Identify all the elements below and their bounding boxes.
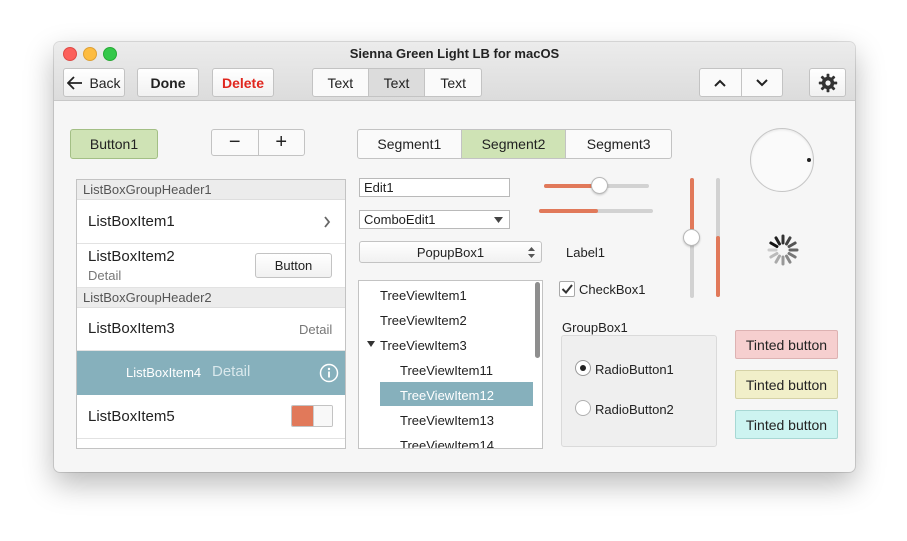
list-item[interactable]: ListBoxItem2 Detail Button: [77, 244, 345, 288]
tree-item[interactable]: TreeViewItem11: [400, 363, 493, 378]
list-item-label: ListBoxItem1: [88, 213, 175, 230]
tree-item[interactable]: TreeViewItem3: [380, 338, 467, 353]
radiobutton2-circle[interactable]: [575, 400, 591, 416]
triangle-down-icon[interactable]: [494, 217, 503, 223]
down-button[interactable]: [742, 69, 783, 96]
done-label: Done: [150, 74, 186, 91]
slider-thumb[interactable]: [591, 177, 608, 194]
list-item-detail: Detail: [299, 322, 333, 337]
vertical-slider-1[interactable]: [683, 178, 700, 298]
slider-fill: [716, 236, 720, 297]
dial-indicator: [807, 158, 811, 162]
text-segment-2[interactable]: Text: [368, 69, 426, 96]
list-item-label: ListBoxItem3: [88, 320, 175, 337]
tree-item-label: TreeViewItem12: [400, 388, 494, 403]
horizontal-slider-1[interactable]: [544, 177, 649, 194]
activity-spinner-icon: [767, 234, 799, 266]
tinted-button-label: Tinted button: [745, 376, 828, 393]
done-button[interactable]: Done: [137, 68, 199, 97]
segment-2[interactable]: Segment2: [461, 130, 567, 158]
chevron-up-icon: [714, 79, 726, 87]
button1-label: Button1: [89, 136, 139, 152]
tinted-button-label: Tinted button: [745, 416, 828, 433]
plus-button[interactable]: +: [259, 130, 305, 155]
vertical-slider-2[interactable]: [716, 178, 720, 297]
treeview: TreeViewItem1 TreeViewItem2 TreeViewItem…: [358, 280, 543, 449]
checkbox1-box[interactable]: [559, 281, 575, 297]
tree-scrollbar-thumb[interactable]: [535, 282, 540, 358]
tinted-button-yellow[interactable]: Tinted button: [735, 370, 838, 399]
info-icon[interactable]: [319, 363, 339, 383]
list-item-detail: Detail: [88, 268, 122, 283]
minus-button[interactable]: −: [212, 130, 259, 155]
label1: Label1: [566, 245, 606, 260]
text-segment-1[interactable]: Text: [313, 69, 369, 96]
list-item-detail: Detail: [212, 363, 251, 380]
stepper-control: − +: [211, 129, 305, 156]
radiobutton2-label[interactable]: RadioButton2: [595, 402, 674, 417]
list-item-switch[interactable]: [291, 405, 333, 427]
tinted-button-label: Tinted button: [745, 336, 828, 353]
checkbox1-label[interactable]: CheckBox1: [579, 282, 645, 297]
groupbox1-title: GroupBox1: [562, 320, 628, 335]
gear-icon: [818, 73, 837, 92]
tree-item[interactable]: TreeViewItem1: [380, 288, 467, 303]
up-down-segmented-control: [699, 68, 783, 97]
tree-item[interactable]: TreeViewItem14: [400, 438, 494, 448]
horizontal-slider-2[interactable]: [539, 209, 653, 213]
switch-knob: [313, 406, 332, 426]
listbox-group-header-2: ListBoxGroupHeader2: [77, 288, 345, 308]
tree-item[interactable]: TreeViewItem2: [380, 313, 467, 328]
settings-button[interactable]: [809, 68, 846, 97]
delete-label: Delete: [221, 74, 265, 91]
back-arrow-icon: [67, 75, 83, 90]
delete-button[interactable]: Delete: [212, 68, 274, 97]
radiobutton1-circle[interactable]: [575, 360, 591, 376]
button1[interactable]: Button1: [70, 129, 158, 159]
switch-track-on: [292, 406, 313, 426]
list-item[interactable]: ListBoxItem1: [77, 200, 345, 244]
popupbox1-value: PopupBox1: [416, 244, 485, 260]
comboedit1-input[interactable]: ComboEdit1: [359, 210, 510, 229]
popupbox1[interactable]: PopupBox1: [359, 241, 542, 263]
list-item-button-label: Button: [274, 258, 313, 273]
tree-item-selected[interactable]: TreeViewItem12: [380, 382, 533, 406]
checkmark-icon: [561, 284, 573, 294]
segment-3[interactable]: Segment3: [566, 130, 671, 158]
edit1-value: Edit1: [364, 180, 394, 195]
groupbox1: RadioButton1 RadioButton2: [561, 335, 717, 447]
back-label: Back: [89, 74, 121, 91]
listbox: ListBoxGroupHeader1 ListBoxItem1 ListBox…: [76, 179, 346, 449]
window-title: Sienna Green Light LB for macOS: [349, 46, 560, 61]
slider-thumb[interactable]: [683, 229, 700, 246]
edit1-input[interactable]: Edit1: [359, 178, 510, 197]
radiobutton1-label[interactable]: RadioButton1: [595, 362, 674, 377]
text-segmented-control: Text Text Text: [312, 68, 482, 97]
arc-dial[interactable]: [750, 128, 814, 192]
list-item[interactable]: ListBoxItem3 Detail: [77, 308, 345, 351]
list-item-label: ListBoxItem2: [88, 248, 175, 265]
segmented-control: Segment1 Segment2 Segment3: [357, 129, 672, 159]
tinted-button-red[interactable]: Tinted button: [735, 330, 838, 359]
tinted-button-cyan[interactable]: Tinted button: [735, 410, 838, 439]
comboedit1-value: ComboEdit1: [364, 212, 436, 227]
up-down-arrows-icon: [528, 247, 535, 258]
slider-fill: [539, 209, 599, 213]
list-item-selected[interactable]: ListBoxItem4 Detail: [77, 351, 345, 395]
back-button[interactable]: Back: [63, 68, 125, 97]
list-item-label: ListBoxItem5: [88, 408, 175, 425]
radio-dot: [580, 365, 586, 371]
text-segment-3[interactable]: Text: [425, 69, 481, 96]
tree-item[interactable]: TreeViewItem13: [400, 413, 494, 428]
segment-1[interactable]: Segment1: [358, 130, 462, 158]
up-button[interactable]: [700, 69, 742, 96]
chevron-right-icon: [324, 216, 331, 228]
list-item-label: ListBoxItem4: [126, 365, 202, 380]
app-window: Sienna Green Light LB for macOS Back Don…: [54, 42, 855, 472]
chevron-down-icon: [756, 78, 768, 86]
list-item-button[interactable]: Button: [255, 253, 332, 278]
listbox-group-header-1: ListBoxGroupHeader1: [77, 180, 345, 200]
disclosure-triangle-icon[interactable]: [367, 341, 375, 347]
list-item[interactable]: ListBoxItem5: [77, 395, 345, 439]
